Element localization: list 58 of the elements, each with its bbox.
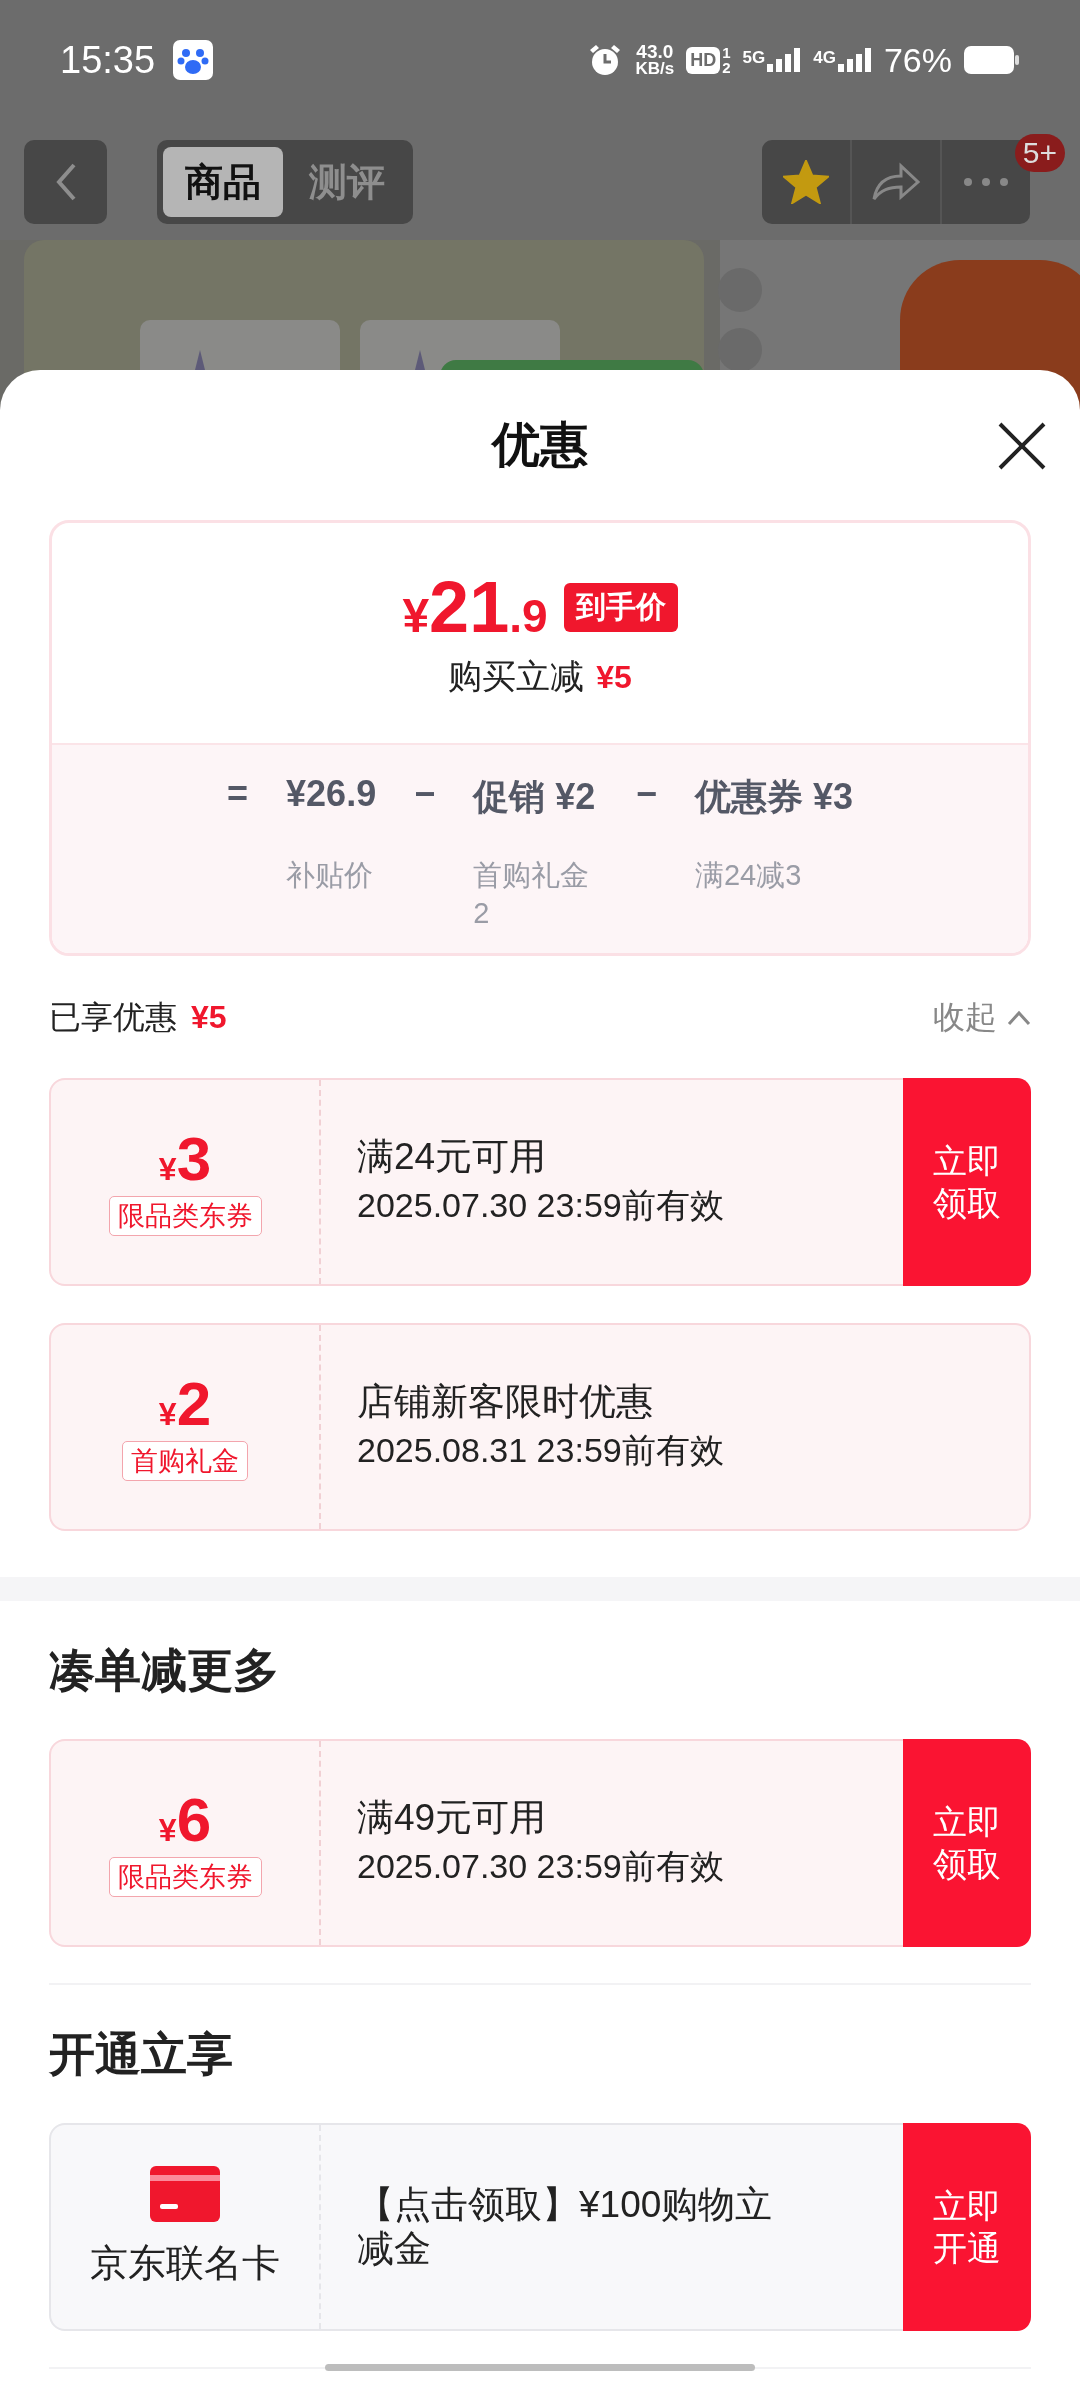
network-label: 5G [742,48,766,68]
paw-icon [173,40,214,80]
back-button[interactable] [24,140,107,224]
clock-time: 15:35 [60,38,156,82]
sim-slot-label: 2 [722,60,731,75]
validity-date: 2025.07.30 23:59前有效 [357,1846,725,1888]
breakdown-note: 补贴价 [286,857,375,893]
tab[interactable]: 商品 [163,147,283,217]
card-name: 京东联名卡 [90,2240,280,2286]
sheet-title: 优惠 [492,417,588,473]
bank-card-icon [150,2165,220,2222]
tab[interactable]: 测评 [287,147,407,217]
section-title: 开通立享 [49,2027,234,2082]
battery-percent: 76% [883,40,952,80]
signal-icon [767,48,802,72]
breakdown-amount: 优惠券 ¥3 [694,775,853,819]
operator-sign: = [227,773,249,815]
operator-sign: − [635,773,657,815]
breakdown-note: 满24减3 [694,857,803,893]
network-label: 4G [813,48,836,68]
signal-icon [837,48,872,72]
speed-unit: KB/s [635,60,675,77]
section-label: 已享优惠 [49,998,177,1037]
offer-title: 【点击领取】¥100购物立减金 [357,2182,774,2271]
claim-button[interactable]: 立即领取 [903,1078,1031,1286]
price-amount: ¥21.9 [402,566,548,648]
coupon-value: ¥3 [158,1128,212,1190]
section-title: 凑单减更多 [49,1643,280,1698]
activate-button[interactable]: 立即开通 [903,2123,1031,2331]
notification-badge: 5+ [1014,134,1065,172]
saving-amount: ¥5 [596,659,632,696]
saving-label: 购买立减 [448,656,585,697]
breakdown-amount: 促销 ¥2 [473,775,597,819]
coupon-value: ¥2 [158,1373,212,1435]
network-speed: 43.0 [636,43,674,60]
breakdown-amount: ¥26.9 [286,773,377,815]
operator-sign: − [414,773,436,815]
breakdown-note: 首购礼金2 [473,857,591,931]
share-arrow-icon [871,162,921,202]
coupon-condition: 店铺新客限时优惠 [357,1379,654,1424]
coupon-tag: 首购礼金 [122,1441,248,1481]
coupon-value: ¥6 [158,1789,212,1851]
coupon-tag: 限品类东券 [108,1196,262,1236]
more-icon [964,178,1008,186]
collapse-toggle[interactable]: 收起 [933,996,1031,1040]
hd-label: HD [686,46,721,74]
coupon-condition: 满24元可用 [357,1134,548,1179]
coupon-condition: 满49元可用 [357,1795,548,1840]
battery-icon [964,46,1020,74]
close-icon [996,420,1048,472]
claim-button[interactable]: 立即领取 [903,1739,1031,1947]
close-button[interactable] [996,420,1048,472]
sim-slot-label: 1 [722,45,731,60]
coupon-tag: 限品类东券 [108,1857,262,1897]
price-tag: 到手价 [563,582,678,632]
validity-date: 2025.07.30 23:59前有效 [357,1185,725,1227]
saved-amount: ¥5 [191,999,227,1036]
validity-date: 2025.08.31 23:59前有效 [357,1430,725,1472]
